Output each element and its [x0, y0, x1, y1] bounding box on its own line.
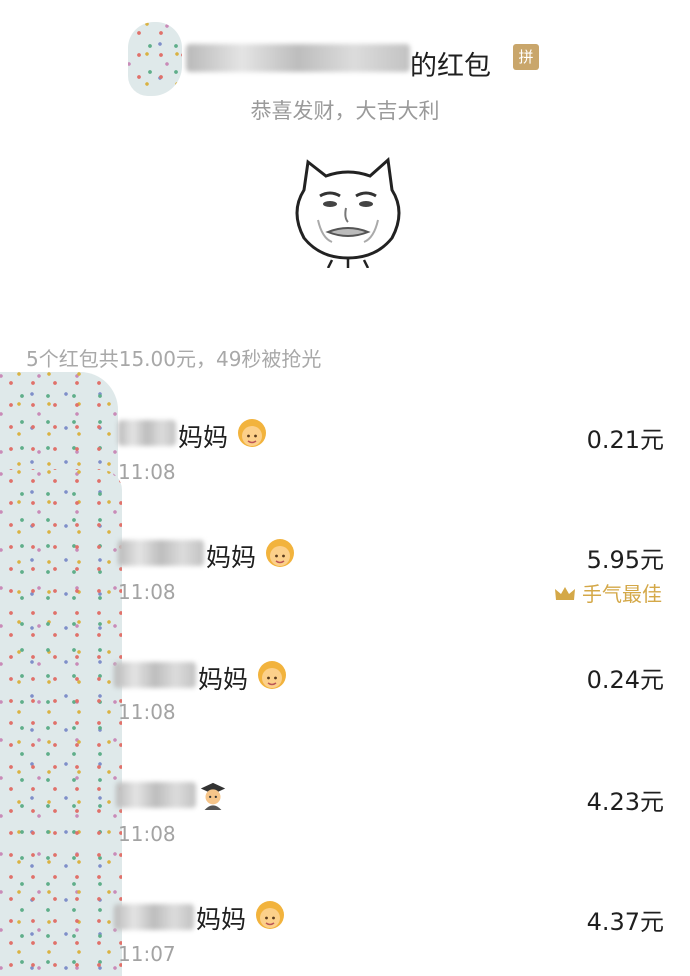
- grab-amount: 0.21元: [586, 426, 664, 454]
- grab-time: 11:08: [118, 460, 176, 484]
- avatar-column-overlay: [0, 470, 122, 976]
- user-name: 妈妈: [206, 538, 296, 574]
- woman-blond-icon: [265, 539, 294, 567]
- user-name-blurred: [114, 904, 194, 930]
- blessing-text: 恭喜发财，大吉大利: [250, 99, 440, 123]
- red-packet-title: 的红包: [410, 51, 491, 82]
- woman-blond-icon: [255, 901, 284, 929]
- user-name-blurred: [118, 540, 204, 566]
- woman-blond-icon: [257, 661, 286, 689]
- best-luck-label: 手气最佳: [554, 578, 662, 607]
- grab-amount: 5.95元: [586, 546, 664, 574]
- user-name: 妈妈: [198, 660, 288, 696]
- name-suffix: 妈妈: [178, 423, 229, 452]
- grab-amount: 4.37元: [586, 908, 664, 936]
- cat-face-sticker: [295, 157, 401, 268]
- user-name-blurred: [118, 420, 176, 446]
- sender-name-blurred: [186, 44, 410, 72]
- name-suffix: 妈妈: [198, 665, 249, 694]
- grab-amount: 0.24元: [586, 666, 664, 694]
- user-name: [198, 780, 228, 812]
- name-suffix: 妈妈: [196, 905, 247, 934]
- grab-time: 11:08: [118, 822, 176, 846]
- packet-summary: 5个红包共15.00元，49秒被抢光: [26, 347, 322, 371]
- grab-amount: 4.23元: [586, 788, 664, 816]
- graduate-icon: [200, 782, 226, 810]
- grab-time: 11:08: [118, 700, 176, 724]
- user-name: 妈妈: [178, 418, 268, 454]
- user-name: 妈妈: [196, 900, 286, 936]
- crown-icon: [554, 587, 575, 600]
- name-suffix: 妈妈: [206, 543, 257, 572]
- best-luck-text: 手气最佳: [582, 582, 662, 606]
- grab-time: 11:07: [118, 942, 176, 966]
- user-name-blurred: [114, 662, 196, 688]
- user-name-blurred: [116, 782, 196, 808]
- woman-blond-icon: [237, 419, 266, 447]
- grab-time: 11:08: [118, 580, 176, 604]
- sender-avatar[interactable]: [128, 22, 182, 96]
- pin-badge: 拼: [513, 44, 539, 70]
